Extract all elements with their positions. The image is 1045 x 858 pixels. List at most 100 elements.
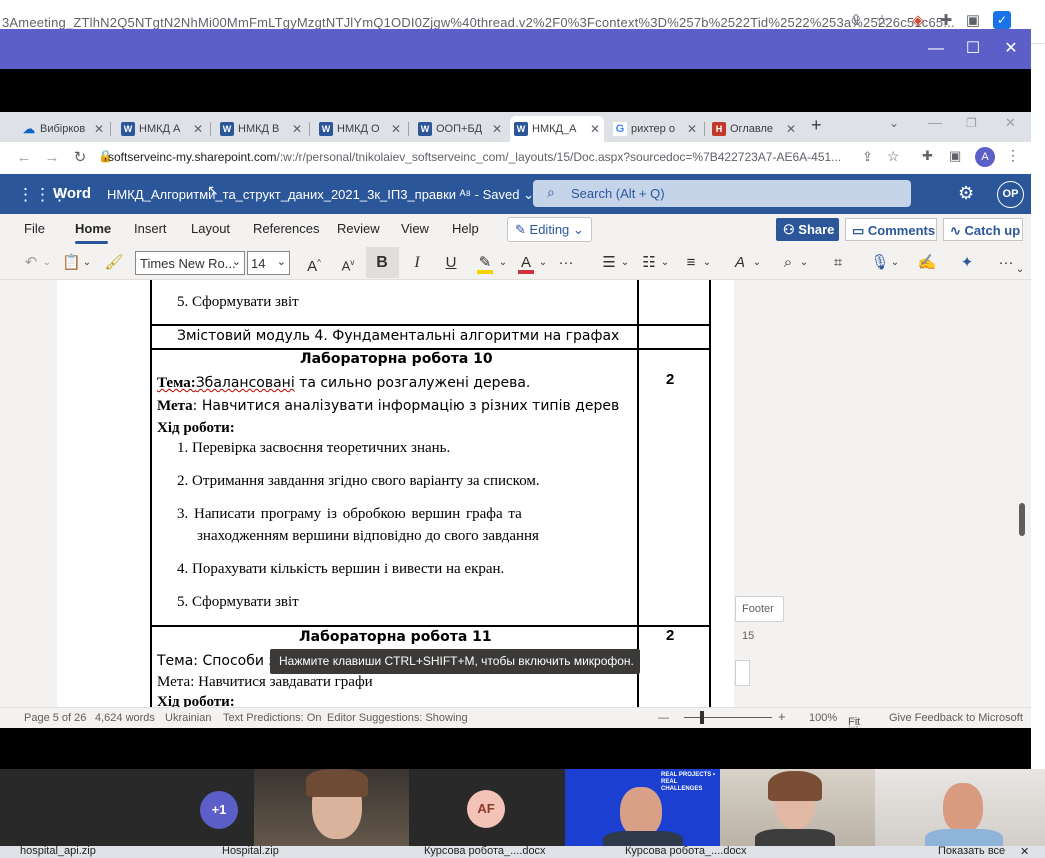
lab11-topic[interactable]: Тема: Способи за: [157, 653, 284, 669]
find-icon[interactable]: ⌕: [778, 253, 798, 273]
gear-icon[interactable]: ⚙: [958, 183, 974, 204]
new-tab-button[interactable]: +: [811, 115, 822, 136]
word-brand[interactable]: Word: [53, 185, 91, 202]
search-box[interactable]: ⌕ Search (Alt + Q): [533, 180, 911, 207]
close-icon[interactable]: ✕: [292, 116, 302, 142]
bold-button[interactable]: B: [372, 253, 392, 273]
chevron-down-icon[interactable]: ⌄: [889, 253, 901, 273]
tab-home[interactable]: Home: [75, 221, 111, 236]
chevron-down-icon[interactable]: ⌄: [619, 253, 631, 273]
tab-layout[interactable]: Layout: [191, 221, 230, 236]
footer-button[interactable]: Footer: [735, 596, 784, 622]
checkbox-icon[interactable]: ✓: [993, 11, 1011, 29]
font-size-select[interactable]: 14 ⌄: [247, 251, 290, 275]
highlight-icon[interactable]: ✎: [475, 253, 495, 274]
designer-icon[interactable]: ✦: [957, 253, 977, 273]
close-icon[interactable]: ✕: [94, 116, 104, 142]
list-item[interactable]: 1. Перевірка засвоєння теоретичних знань…: [177, 440, 450, 457]
comments-button[interactable]: ▭ Comments: [845, 218, 937, 241]
tab-4[interactable]: W НМКД О ✕: [315, 116, 405, 142]
editor-suggestions[interactable]: Editor Suggestions: Showing: [327, 712, 468, 724]
view-icon[interactable]: ⌗: [828, 253, 848, 273]
bullets-icon[interactable]: ☰: [598, 253, 620, 273]
feedback-link[interactable]: Give Feedback to Microsoft: [889, 712, 1023, 724]
chevron-down-icon[interactable]: ⌄: [701, 253, 713, 273]
close-button[interactable]: ✕: [1000, 38, 1022, 60]
chevron-down-icon[interactable]: ⌄: [798, 253, 810, 273]
lab10-progress-label[interactable]: Хід роботи:: [157, 420, 235, 437]
grow-font-icon[interactable]: A^: [303, 253, 325, 275]
tab-1[interactable]: ☁ Вибірков ✕: [18, 116, 108, 142]
language[interactable]: Ukrainian: [165, 712, 211, 724]
download-item[interactable]: hospital_api.zip: [20, 845, 96, 857]
reload-icon[interactable]: ↻: [70, 148, 90, 168]
tab-6-active[interactable]: W НМКД_А ✕: [510, 116, 604, 142]
close-icon[interactable]: ✕: [590, 116, 600, 142]
menu-kebab-icon[interactable]: ⋮: [1006, 147, 1020, 164]
puzzle-icon[interactable]: ✚: [936, 11, 956, 31]
lab10-goal[interactable]: Мета: Навчитися аналізувати інформацію з…: [157, 398, 619, 415]
zoom-in-button[interactable]: +: [778, 709, 786, 724]
close-icon[interactable]: ✕: [492, 116, 502, 142]
list-item[interactable]: 2. Отримання завдання згідно свого варіа…: [177, 473, 540, 490]
zoom-out-button[interactable]: —: [658, 712, 669, 724]
italic-button[interactable]: I: [407, 253, 427, 273]
sidebar-icon[interactable]: ▣: [963, 11, 983, 31]
more-options-icon[interactable]: ···: [556, 253, 576, 273]
star-icon[interactable]: ☆: [872, 11, 892, 31]
list-item-continued[interactable]: знаходженням вершини відповідно до свого…: [197, 528, 539, 545]
close-icon[interactable]: ✕: [391, 116, 401, 142]
list-item[interactable]: 3. Написати програму із обробкою вершин …: [177, 506, 522, 523]
lab11-title[interactable]: Лабораторна робота 11: [299, 629, 492, 645]
styles-icon[interactable]: A: [729, 253, 751, 273]
catch-up-button[interactable]: ∿ Catch up: [943, 218, 1023, 241]
lab11-goal[interactable]: Мета: Навчитися завдавати графи: [157, 674, 373, 691]
more-options-icon[interactable]: ···: [996, 253, 1016, 273]
numbering-icon[interactable]: ☷: [638, 253, 660, 273]
share-icon[interactable]: ⇪: [846, 11, 866, 31]
chrome-minimize[interactable]: —: [928, 114, 942, 130]
back-icon[interactable]: ←: [14, 148, 34, 168]
close-icon[interactable]: ✕: [1020, 845, 1029, 858]
close-icon[interactable]: ✕: [786, 116, 796, 142]
lab11-hours[interactable]: 2: [666, 627, 674, 644]
doc-title-group[interactable]: НМКД_Алгоритми_та_структ_даних_2021_3к_І…: [107, 187, 534, 203]
zoom-level[interactable]: 100%: [809, 712, 837, 724]
dictate-icon[interactable]: 🎙: [870, 253, 890, 273]
chrome-restore[interactable]: ❐: [966, 116, 977, 130]
share-page-icon[interactable]: ⇪: [862, 149, 873, 165]
close-icon[interactable]: ✕: [687, 116, 697, 142]
forward-icon[interactable]: →: [42, 148, 62, 168]
tab-help[interactable]: Help: [452, 221, 479, 236]
extensions-icon[interactable]: ✚: [922, 148, 933, 164]
zoom-slider-thumb[interactable]: [700, 711, 704, 724]
show-all-downloads[interactable]: Показать все: [938, 845, 1005, 857]
chevron-down-icon[interactable]: ⌄: [537, 253, 549, 273]
outer-url-text[interactable]: 3Ameeting_ZTlhN2Q5NTgtN2NhMi00MmFmLTgyMz…: [2, 15, 955, 30]
chevron-down-icon[interactable]: ⌄: [40, 253, 54, 273]
editing-mode-button[interactable]: ✎ Editing ⌄: [507, 217, 592, 242]
user-avatar[interactable]: OP: [997, 181, 1024, 208]
text-predictions[interactable]: Text Predictions: On: [223, 712, 321, 724]
url-field[interactable]: softserveinc-my.sharepoint.com/:w:/r/per…: [108, 150, 841, 164]
zoom-slider-track[interactable]: [684, 717, 772, 718]
format-painter-icon[interactable]: 🖌: [104, 253, 124, 273]
tab-review[interactable]: Review: [337, 221, 380, 236]
align-icon[interactable]: ≡: [680, 253, 702, 273]
extension-icon[interactable]: ◈: [908, 11, 928, 31]
list-item[interactable]: 5. Сформувати звіт: [177, 594, 299, 611]
word-count[interactable]: 4,624 words: [95, 712, 155, 724]
lab10-title[interactable]: Лабораторна робота 10: [300, 351, 493, 367]
lab11-progress-label[interactable]: Хід роботи:: [157, 694, 235, 707]
tab-5[interactable]: W ООП+БД ✕: [414, 116, 506, 142]
side-panel-icon[interactable]: ▣: [949, 148, 961, 164]
tab-7[interactable]: G рихтер о ✕: [609, 116, 701, 142]
bookmark-star-icon[interactable]: ☆: [887, 148, 900, 165]
shrink-font-icon[interactable]: Av: [337, 253, 359, 273]
underline-button[interactable]: U: [441, 253, 461, 273]
profile-avatar[interactable]: A: [975, 147, 995, 167]
editor-icon[interactable]: ✍: [917, 253, 937, 273]
more-participants-badge[interactable]: +1: [200, 791, 238, 829]
maximize-button[interactable]: ☐: [962, 38, 984, 60]
page-count[interactable]: Page 5 of 26: [24, 712, 86, 724]
